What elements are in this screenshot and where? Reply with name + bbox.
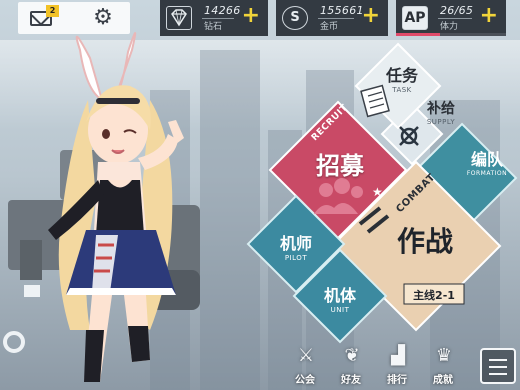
- task-title: 任务: [385, 66, 418, 85]
- pilot-label: 机师 PILOT: [270, 230, 322, 262]
- pilot-title: 机师: [279, 234, 312, 253]
- recruit-silhouette: [351, 186, 363, 198]
- menu-icon-bar: [489, 373, 507, 375]
- menu-icon-bar: [489, 366, 507, 368]
- unit-label: 机体 UNIT: [314, 282, 366, 314]
- unit-title: 机体: [323, 286, 356, 305]
- task-subtitle: TASK: [392, 86, 412, 94]
- star-icon: ★: [372, 185, 383, 199]
- nav-friends[interactable]: ❦ 好友: [328, 336, 374, 390]
- crossed-swords-icon: ⚔: [297, 345, 315, 366]
- combat-stage-label[interactable]: 主线2-1: [404, 287, 464, 303]
- recruit-silhouette: [319, 183, 333, 197]
- recruit-label: 招募: [308, 146, 372, 181]
- combat-stage[interactable]: 主线2-1: [404, 287, 464, 303]
- combat-label: 作战: [392, 220, 458, 260]
- nav-ranking[interactable]: ▟ 排行: [374, 336, 420, 390]
- supply-label: 补给 SUPPLY: [418, 98, 464, 126]
- formation-subtitle: FORMATION: [466, 170, 508, 177]
- nav-guild-label: 公会: [295, 375, 315, 386]
- pilot-subtitle: PILOT: [284, 254, 308, 262]
- nav-ranking-label: 排行: [387, 375, 407, 386]
- unit-subtitle: UNIT: [330, 306, 350, 314]
- recruit-title: 招募: [316, 152, 364, 180]
- formation-label: 编队 FORMATION: [456, 146, 518, 177]
- formation-title: 编队: [470, 150, 503, 169]
- menu-button[interactable]: [480, 348, 516, 384]
- nav-achievement-label: 成就: [433, 375, 453, 386]
- main-menu: ★ 任务 TASK 补给 SUPPLY 编队 FORMATION RECRUIT…: [0, 0, 520, 390]
- nav-friends-label: 好友: [341, 375, 361, 386]
- podium-icon: ▟: [391, 345, 405, 366]
- combat-title: 作战: [396, 225, 453, 258]
- handshake-icon: ❦: [344, 345, 360, 366]
- menu-icon-bar: [489, 359, 507, 361]
- nav-guild[interactable]: ⚔ 公会: [282, 336, 328, 390]
- menu-tiles: ★: [246, 42, 518, 344]
- nav-achievement[interactable]: ♛ 成就: [420, 336, 466, 390]
- trophy-icon: ♛: [435, 345, 453, 366]
- task-label: 任务 TASK: [378, 62, 426, 94]
- supply-title: 补给: [427, 101, 455, 117]
- supply-subtitle: SUPPLY: [426, 118, 456, 126]
